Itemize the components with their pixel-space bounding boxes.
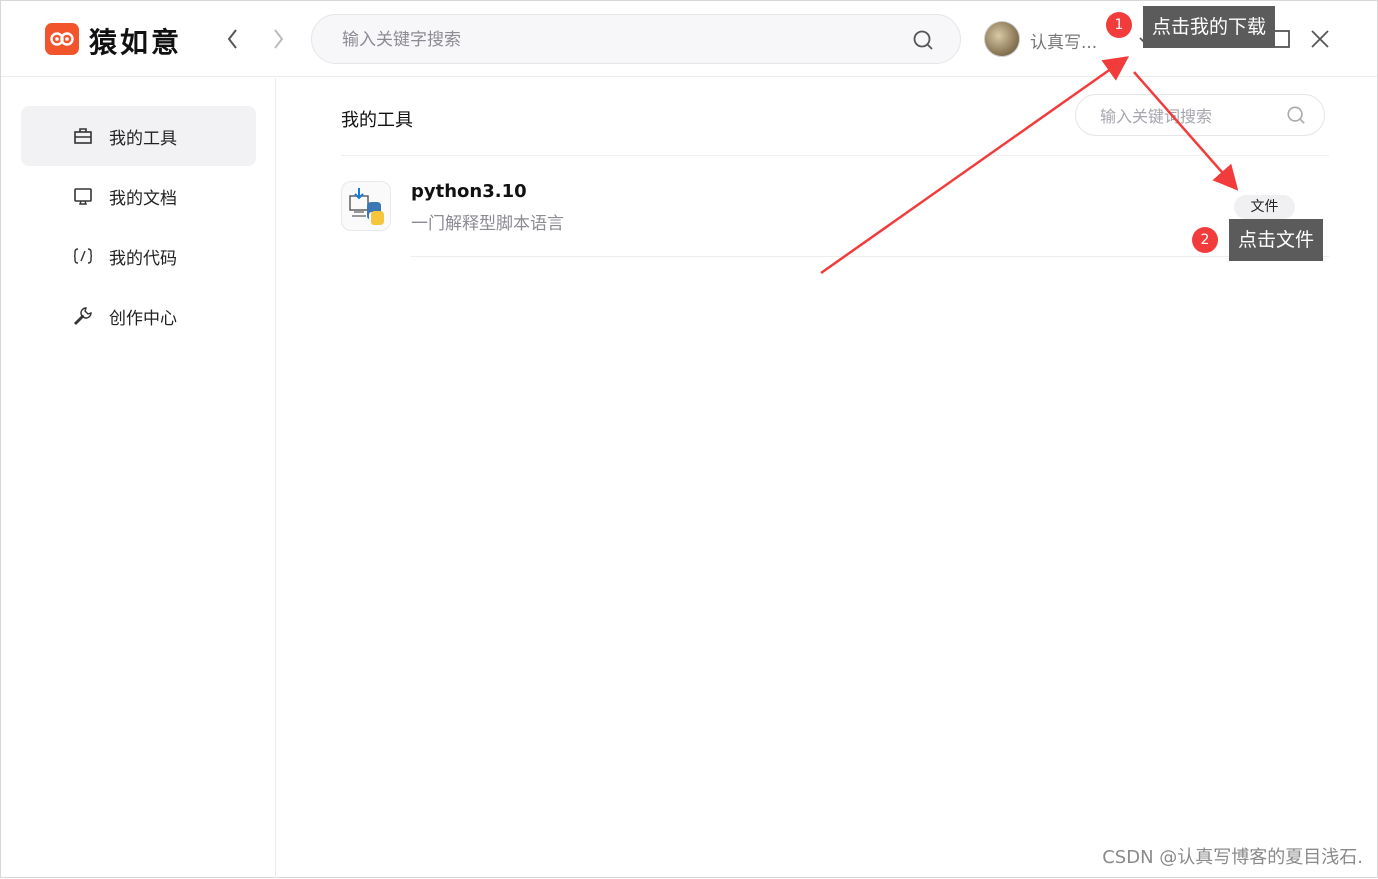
sidebar-item-label: 我的文档 xyxy=(109,189,177,209)
chevron-right-icon xyxy=(274,29,284,49)
global-search-input[interactable] xyxy=(342,27,902,53)
annotation-tooltip: 点击文件 xyxy=(1229,219,1324,261)
python-icon xyxy=(341,181,391,231)
app-window: 猿如意 认真写... xyxy=(0,0,1378,878)
tool-description: 一门解释型脚本语言 xyxy=(411,214,564,234)
tool-name: python3.10 xyxy=(411,181,527,202)
sidebar-item-my-docs[interactable]: 我的文档 xyxy=(21,166,256,226)
sidebar-item-my-tools[interactable]: 我的工具 xyxy=(21,106,256,166)
list-item[interactable]: python3.10 一门解释型脚本语言 xyxy=(341,171,1329,257)
tools-search[interactable] xyxy=(1075,94,1325,136)
search-icon[interactable] xyxy=(1286,105,1306,125)
avatar[interactable] xyxy=(984,21,1020,57)
sidebar-item-label: 我的工具 xyxy=(109,129,177,149)
code-icon xyxy=(73,248,93,264)
annotation-tooltip: 点击我的下载 xyxy=(1143,6,1276,48)
sidebar-item-creation-center[interactable]: 创作中心 xyxy=(21,286,256,346)
watermark: CSDN @认真写博客的夏目浅石. xyxy=(1102,847,1363,868)
app-logo-icon xyxy=(45,23,79,55)
forward-button[interactable] xyxy=(266,25,290,53)
sidebar: 我的工具 我的文档 我的代码 创作中心 xyxy=(1,78,276,878)
divider xyxy=(341,155,1329,156)
briefcase-icon xyxy=(74,128,92,144)
page-title: 我的工具 xyxy=(341,110,413,131)
annotation-badge: 1 xyxy=(1106,12,1132,38)
back-button[interactable] xyxy=(221,25,245,53)
close-icon[interactable] xyxy=(1308,27,1332,51)
global-search[interactable] xyxy=(311,14,961,64)
tools-search-input[interactable] xyxy=(1100,105,1280,127)
wrench-icon xyxy=(74,307,92,325)
search-icon[interactable] xyxy=(912,29,934,51)
chevron-left-icon xyxy=(227,29,237,49)
sidebar-item-label: 我的代码 xyxy=(109,249,177,269)
sidebar-item-my-code[interactable]: 我的代码 xyxy=(21,226,256,286)
file-button[interactable]: 文件 xyxy=(1234,195,1295,219)
sidebar-item-label: 创作中心 xyxy=(109,309,177,329)
divider xyxy=(411,256,1329,257)
annotation-badge: 2 xyxy=(1192,227,1218,253)
app-name: 猿如意 xyxy=(89,26,183,59)
username[interactable]: 认真写... xyxy=(1030,28,1097,53)
monitor-icon xyxy=(74,188,92,205)
